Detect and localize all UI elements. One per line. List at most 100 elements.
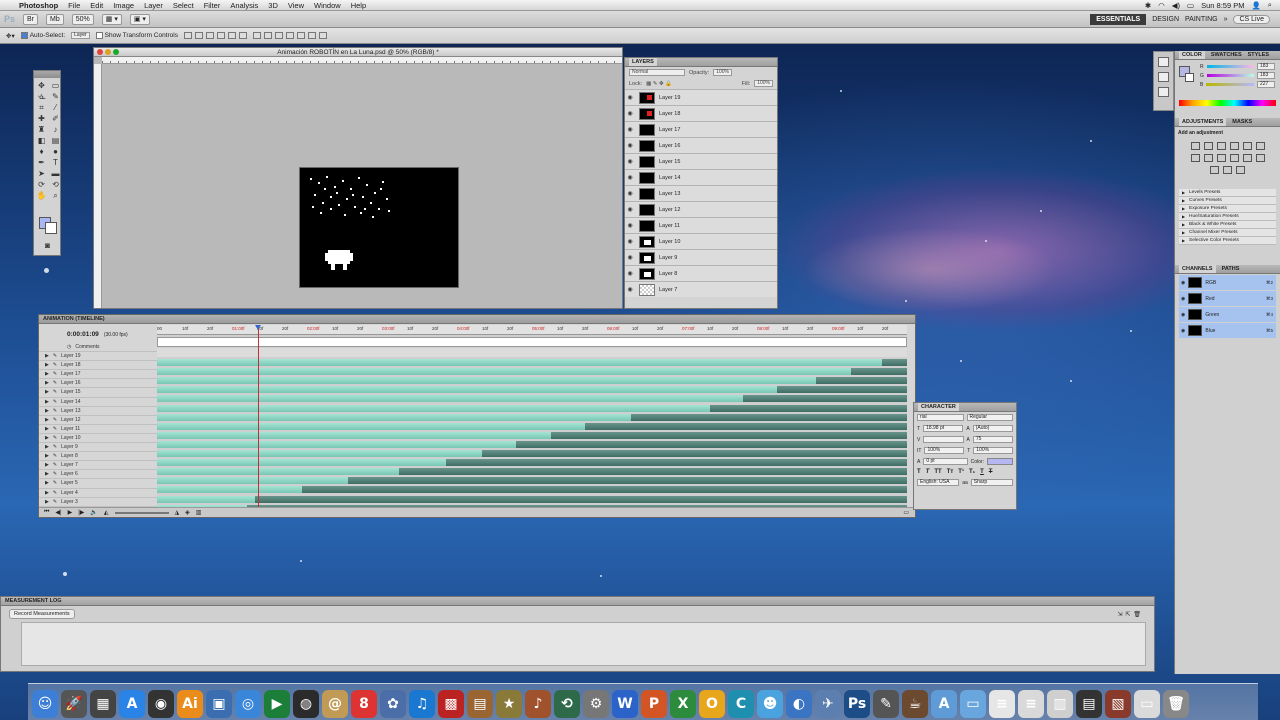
channel-row[interactable]: ◉ Blue ⌘5 [1179,323,1276,338]
measurement-header[interactable]: MEASUREMENT LOG [1,597,1154,606]
coffee-icon[interactable]: ☕ [902,690,928,718]
layer-row[interactable]: ◉ Layer 8 [625,265,777,281]
settings-icon[interactable]: ⚙ [583,690,609,718]
red-value[interactable]: 183 [1257,63,1275,70]
itunes-icon[interactable]: ♫ [409,690,435,718]
tab-layers[interactable]: LAYERS [629,58,657,66]
expand-arrow-icon[interactable]: ▶ [45,361,49,369]
finder-icon[interactable]: ☺ [32,690,58,718]
play-icon[interactable]: ▶ [68,509,73,516]
layer-hidden-bar[interactable] [584,422,907,430]
ical-icon[interactable]: 8 [351,690,377,718]
channel-row[interactable]: ◉ Green ⌘4 [1179,307,1276,322]
3d-rotate-tool-icon[interactable]: ⟳ [36,180,47,190]
convert-to-frames-icon[interactable]: ▭ [903,509,915,516]
layer-duration-bar[interactable] [157,386,778,394]
distribute-bottom-icon[interactable] [275,32,283,39]
garageband-icon[interactable]: ♪ [525,690,551,718]
distribute-right-icon[interactable] [308,32,316,39]
curves-icon[interactable] [1216,142,1226,150]
info-icon[interactable] [1158,87,1169,97]
show-transform-checkbox[interactable] [95,31,103,39]
visibility-eye-icon[interactable]: ◉ [625,126,635,133]
work-area-bar[interactable] [157,337,907,347]
move-tool-preset-icon[interactable]: ✥▾ [6,32,15,40]
zoom-tool-icon[interactable]: ⌕ [50,191,61,201]
cs-live-button[interactable]: CS Live [1233,14,1270,24]
channel-row[interactable]: ◉ RGB ⌘2 [1179,275,1276,290]
document-titlebar[interactable]: Animación ROBOTÍN en La Luna.psd @ 50% (… [94,48,622,57]
clone-stamp-tool-icon[interactable]: ♜ [36,125,47,135]
preset-item[interactable]: Levels Presets [1179,189,1276,197]
layer-row[interactable]: ◉ Layer 9 [625,249,777,265]
zoom-out-icon[interactable]: ◭ [104,509,109,516]
preset-item[interactable]: Black & White Presets [1179,221,1276,229]
auto-align-icon[interactable] [319,32,327,39]
layer-track[interactable] [157,449,907,458]
minibridge-button[interactable]: Mb [46,13,64,25]
all-caps-icon[interactable]: TT [934,469,941,475]
layer-duration-bar[interactable] [157,495,255,503]
layer-duration-bar[interactable] [157,459,447,467]
underline-icon[interactable]: T [980,469,984,475]
expand-arrow-icon[interactable]: ▶ [45,425,49,433]
distribute-hcenter-icon[interactable] [297,32,305,39]
tools-header[interactable] [34,71,60,78]
visibility-eye-icon[interactable]: ◉ [625,94,635,101]
iphoto-icon[interactable]: ✿ [380,690,406,718]
timeline-header[interactable]: ANIMATION (TIMELINE) [39,315,915,324]
stopwatch-icon[interactable]: ◷ [67,343,71,351]
onion-skin-icon[interactable]: ◈ [185,509,190,516]
doc-4-icon[interactable]: ▤ [1076,690,1102,718]
measurement-actions-icons[interactable]: ⇲⇱🗑 [1117,611,1144,618]
timecode[interactable]: 0:00:01:09 (30.00 fps) [39,325,157,338]
dodge-tool-icon[interactable]: ● [50,147,61,157]
hue-saturation-icon[interactable] [1255,142,1265,150]
layer-row[interactable]: ◉ Layer 14 [625,169,777,185]
layer-hidden-bar[interactable] [254,495,907,503]
expand-arrow-icon[interactable]: ▶ [45,479,49,487]
visibility-eye-icon[interactable]: ◉ [625,238,635,245]
volume-icon[interactable]: ◀) [1172,1,1180,10]
expand-arrow-icon[interactable]: ▶ [45,498,49,506]
tab-channels[interactable]: CHANNELS [1179,265,1216,273]
track-label[interactable]: ▶ ✎ Layer 5 [39,479,157,489]
preset-item[interactable]: Curves Presets [1179,197,1276,205]
color-bg-swatch[interactable] [1185,73,1194,82]
app-store-icon[interactable]: A [119,690,145,718]
language-select[interactable]: English: USA [917,479,960,486]
align-hcenter-icon[interactable] [228,32,236,39]
layer-duration-bar[interactable] [157,422,585,430]
3d-camera-tool-icon[interactable]: ⟲ [50,180,61,190]
excel-icon[interactable]: X [670,690,696,718]
workspace-essentials[interactable]: ESSENTIALS [1090,13,1147,25]
xcode-icon[interactable]: ✈ [815,690,841,718]
measurement-table[interactable] [21,622,1146,666]
baseline-shift-input[interactable]: 0 pt [923,458,968,465]
crop-tool-icon[interactable]: ⌗ [36,103,47,113]
layer-duration-bar[interactable] [157,431,551,439]
menu-layer[interactable]: Layer [139,1,168,10]
layer-track[interactable] [157,476,907,485]
bridge-button[interactable]: Br [23,13,39,25]
menu-analysis[interactable]: Analysis [225,1,263,10]
blue-slider[interactable] [1206,83,1254,86]
track-label[interactable]: ▶ ✎ Layer 11 [39,425,157,434]
channel-eye-icon[interactable]: ◉ [1181,328,1185,334]
layer-row[interactable]: ◉ Layer 7 [625,281,777,297]
track-label[interactable]: ▶ ✎ Layer 9 [39,443,157,453]
exposure-icon[interactable] [1229,142,1239,150]
layer-track[interactable] [157,385,907,394]
green-slider[interactable] [1206,74,1254,77]
screen-mode-button[interactable]: ▣ ▾ [129,13,150,25]
doc-5-icon[interactable]: ▧ [1105,690,1131,718]
channel-row[interactable]: ◉ Red ⌘3 [1179,291,1276,306]
eraser-tool-icon[interactable]: ◧ [36,136,47,146]
faux-italic-icon[interactable]: T [926,469,930,475]
visibility-eye-icon[interactable]: ◉ [625,174,635,181]
layer-hidden-bar[interactable] [301,486,907,494]
expand-arrow-icon[interactable]: ▶ [45,407,49,415]
expand-arrow-icon[interactable]: ▶ [45,398,49,406]
history-icon[interactable] [1158,57,1169,67]
layer-track[interactable] [157,358,907,367]
